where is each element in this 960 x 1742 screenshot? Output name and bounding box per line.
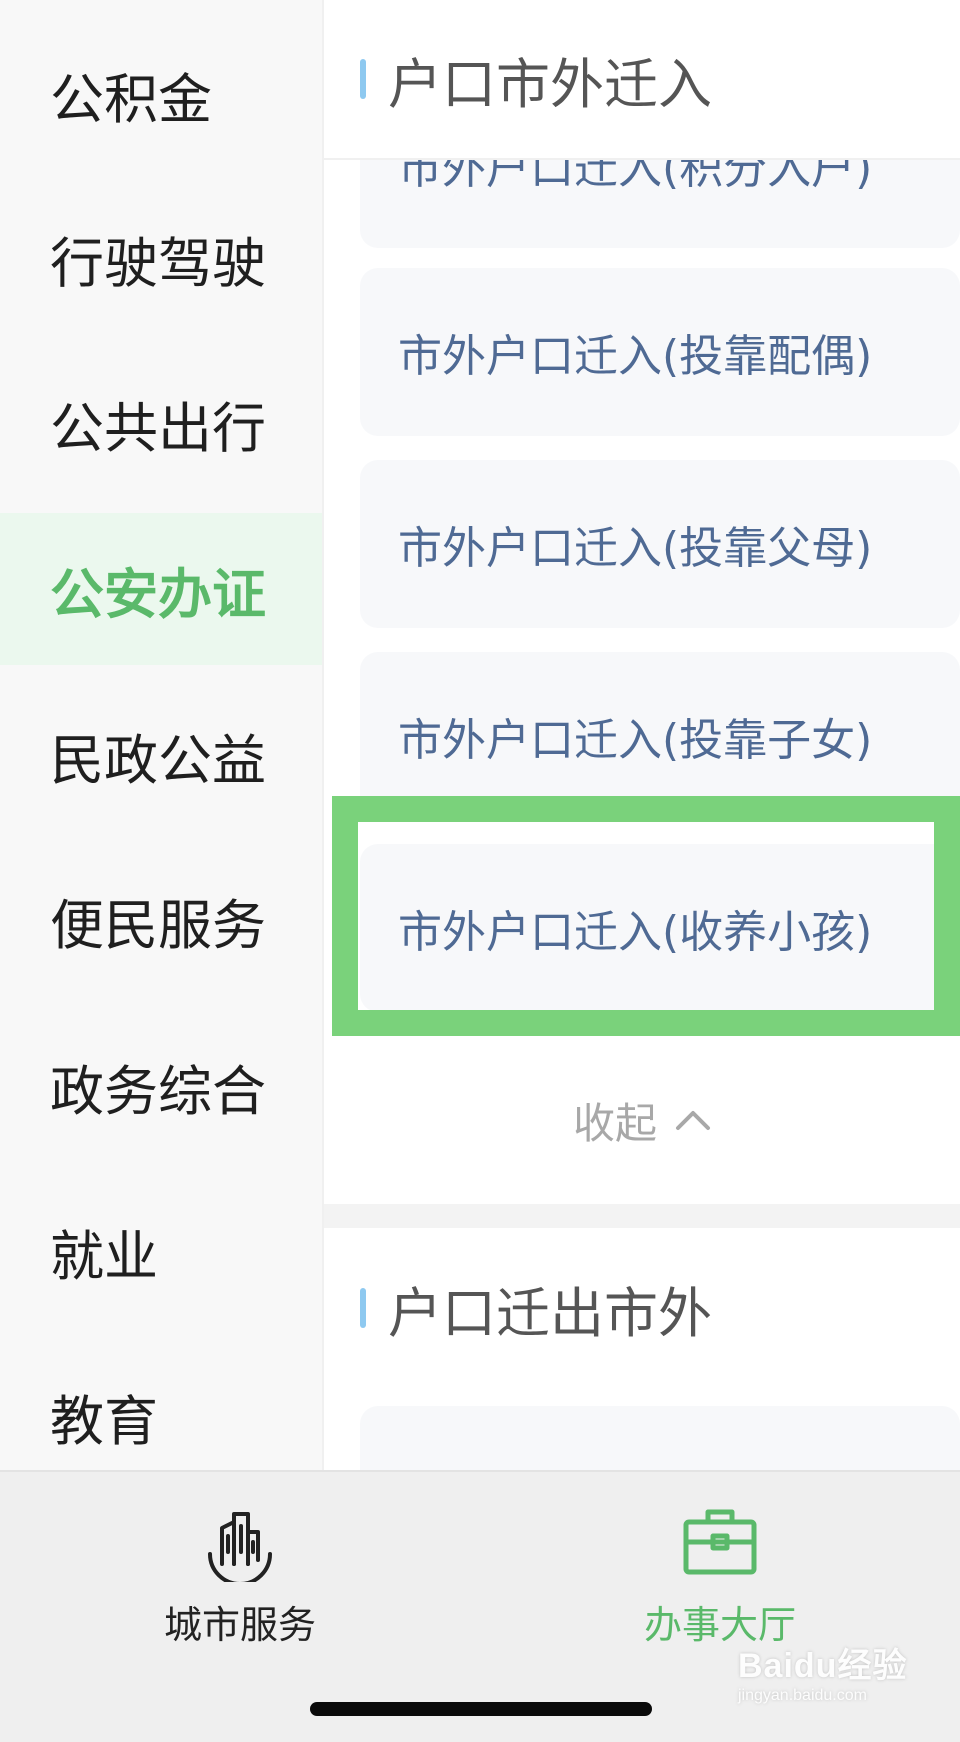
service-item-label: 市外户口迁入(收养小孩) <box>398 907 873 958</box>
service-item-label: 市外户口迁入(投靠父母) <box>398 523 873 574</box>
sidebar-item-minzheng-gongyi[interactable]: 民政公益 <box>0 679 322 831</box>
sidebar-item-label: 公积金 <box>50 67 212 131</box>
service-item-toukao-fumu[interactable]: 市外户口迁入(投靠父母) <box>360 460 960 628</box>
service-list-panel[interactable]: 市外户口迁入(积分入户) 市外户口迁入(投靠配偶) 市外户口迁入(投靠父母) 市… <box>324 0 960 1470</box>
service-item-shouyang-xiaohai[interactable]: 市外户口迁入(收养小孩) <box>360 844 960 1012</box>
sidebar-item-label: 政务综合 <box>50 1059 266 1123</box>
service-item-label: 市外户口迁入(积分入户) <box>398 160 873 194</box>
collapse-label: 收起 <box>572 1098 657 1148</box>
service-item-partial[interactable] <box>360 1406 960 1470</box>
service-item-label: 市外户口迁入(投靠子女) <box>398 715 873 766</box>
home-indicator[interactable] <box>310 1702 652 1716</box>
sidebar-item-gongan-banzheng[interactable]: 公安办证 <box>0 513 322 665</box>
section-accent-bar <box>360 1288 366 1328</box>
sidebar-item-label: 便民服务 <box>50 893 266 957</box>
service-item-label: 市外户口迁入(投靠配偶) <box>398 331 873 382</box>
sidebar-item-label: 就业 <box>50 1224 158 1288</box>
section-title: 户口市外迁入 <box>388 52 712 116</box>
sidebar-item-label: 行驶驾驶 <box>50 231 266 295</box>
app-root: 公积金 行驶驾驶 公共出行 公安办证 民政公益 便民服务 政务综合 就业 教育 … <box>0 0 960 1742</box>
service-item-toukao-zinv[interactable]: 市外户口迁入(投靠子女) <box>360 652 960 820</box>
chevron-up-icon <box>676 1111 710 1130</box>
sidebar-item-label: 公安办证 <box>50 562 266 626</box>
service-list: 市外户口迁入(积分入户) 市外户口迁入(投靠配偶) 市外户口迁入(投靠父母) 市… <box>324 160 960 1040</box>
section-header-in: 户口市外迁入 <box>324 0 960 160</box>
sidebar-item-gonggong-chuxing[interactable]: 公共出行 <box>0 347 322 499</box>
service-item-jifen-ruhu[interactable]: 市外户口迁入(积分入户) <box>360 160 960 248</box>
sidebar-item-zhengwu-zonghe[interactable]: 政务综合 <box>0 1010 322 1162</box>
service-item-toukao-peiou[interactable]: 市外户口迁入(投靠配偶) <box>360 268 960 436</box>
briefcase-icon <box>683 1509 757 1575</box>
section-header-out: 户口迁出市外 <box>324 1228 960 1388</box>
watermark-logo-text: Baidu经验 <box>738 1647 908 1685</box>
tab-service-hall[interactable]: 办事大厅 <box>480 1472 960 1662</box>
sidebar-item-label: 民政公益 <box>50 728 266 792</box>
category-sidebar: 公积金 行驶驾驶 公共出行 公安办证 民政公益 便民服务 政务综合 就业 教育 <box>0 0 322 1470</box>
sidebar-item-bianmin-fuwu[interactable]: 便民服务 <box>0 844 322 996</box>
sidebar-item-gongjijin[interactable]: 公积金 <box>0 18 322 170</box>
section-separator <box>324 1204 960 1228</box>
tab-label: 城市服务 <box>163 1603 316 1647</box>
watermark: Baidu经验 jingyan.baidu.com <box>738 1638 938 1728</box>
section-accent-bar <box>360 59 366 99</box>
watermark-url: jingyan.baidu.com <box>738 1687 867 1704</box>
collapse-button[interactable]: 收起 <box>324 1040 960 1200</box>
sidebar-item-xingshi-jiashi[interactable]: 行驶驾驶 <box>0 182 322 334</box>
sidebar-item-label: 教育 <box>50 1389 158 1453</box>
sidebar-item-label: 公共出行 <box>50 396 266 460</box>
tab-city-services[interactable]: 城市服务 <box>0 1472 480 1662</box>
section-title: 户口迁出市外 <box>388 1281 712 1345</box>
sidebar-item-jiuye[interactable]: 就业 <box>0 1175 322 1327</box>
city-buildings-icon <box>208 1512 272 1582</box>
